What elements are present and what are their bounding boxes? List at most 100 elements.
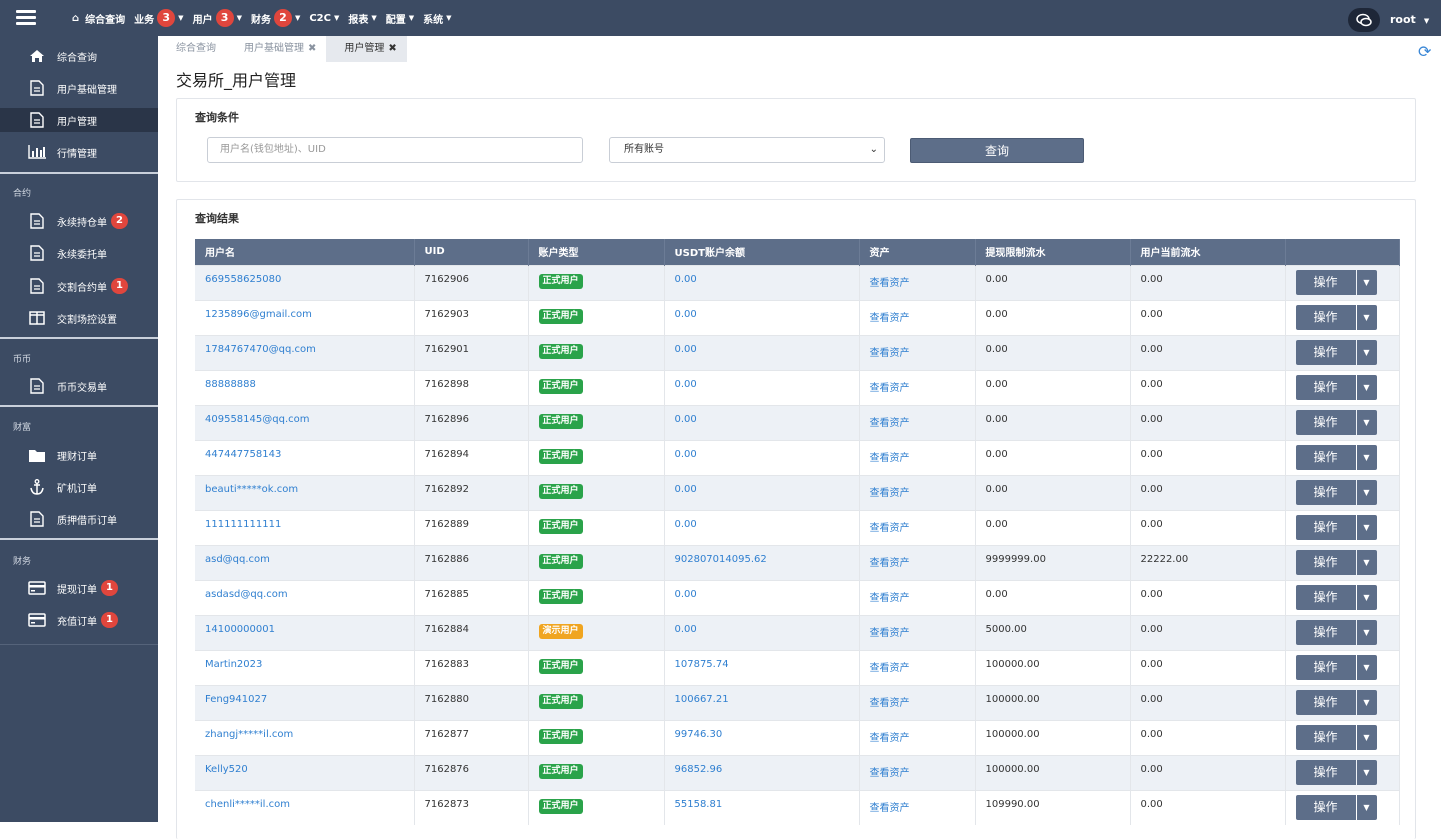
balance-link[interactable]: 55158.81 [675, 799, 723, 810]
balance-link[interactable]: 0.00 [675, 309, 697, 320]
view-asset-link[interactable]: 查看资产 [870, 523, 910, 534]
action-button[interactable]: 操作 [1295, 444, 1356, 470]
username-link[interactable]: chenli*****il.com [205, 799, 290, 810]
balance-link[interactable]: 0.00 [675, 274, 697, 285]
tab-user-manage[interactable]: 用户管理 ✖ [326, 36, 407, 62]
menu-toggle-icon[interactable] [16, 10, 36, 26]
action-dropdown-toggle[interactable]: ▼ [1356, 724, 1377, 750]
sidebar-item-user-basic[interactable]: 用户基础管理 [0, 76, 158, 100]
balance-link[interactable]: 0.00 [675, 344, 697, 355]
query-button[interactable]: 查询 [910, 138, 1084, 163]
action-dropdown-toggle[interactable]: ▼ [1356, 479, 1377, 505]
action-button[interactable]: 操作 [1295, 724, 1356, 750]
sidebar-item-market[interactable]: 行情管理 [0, 140, 158, 164]
view-asset-link[interactable]: 查看资产 [870, 278, 910, 289]
balance-link[interactable]: 99746.30 [675, 729, 723, 740]
action-dropdown-toggle[interactable]: ▼ [1356, 409, 1377, 435]
sidebar-item-pledge-order[interactable]: 质押借币订单 [0, 507, 158, 531]
sidebar-item-delivery-order[interactable]: 交割合约单 1 [0, 274, 158, 298]
view-asset-link[interactable]: 查看资产 [870, 663, 910, 674]
view-asset-link[interactable]: 查看资产 [870, 803, 910, 814]
action-button[interactable]: 操作 [1295, 584, 1356, 610]
topnav-report[interactable]: 报表 ▼ [348, 11, 376, 26]
action-dropdown-toggle[interactable]: ▼ [1356, 794, 1377, 820]
action-dropdown-toggle[interactable]: ▼ [1356, 269, 1377, 295]
sidebar-item-overview[interactable]: 综合查询 [0, 44, 158, 68]
view-asset-link[interactable]: 查看资产 [870, 768, 910, 779]
topnav-user[interactable]: 用户 3 ▼ [193, 9, 242, 27]
action-dropdown-toggle[interactable]: ▼ [1356, 689, 1377, 715]
sidebar-item-wealth-order[interactable]: 理财订单 [0, 443, 158, 467]
sidebar-item-user-manage[interactable]: 用户管理 [0, 108, 158, 132]
action-button[interactable]: 操作 [1295, 689, 1356, 715]
sidebar-item-delivery-control[interactable]: 交割场控设置 [0, 306, 158, 330]
action-button[interactable]: 操作 [1295, 479, 1356, 505]
username-link[interactable]: 669558625080 [205, 274, 281, 285]
tab-user-basic[interactable]: 用户基础管理 ✖ [226, 36, 326, 62]
action-dropdown-toggle[interactable]: ▼ [1356, 654, 1377, 680]
view-asset-link[interactable]: 查看资产 [870, 558, 910, 569]
username-link[interactable]: Feng941027 [205, 694, 267, 705]
view-asset-link[interactable]: 查看资产 [870, 313, 910, 324]
balance-link[interactable]: 0.00 [675, 449, 697, 460]
username-link[interactable]: beauti*****ok.com [205, 484, 298, 495]
view-asset-link[interactable]: 查看资产 [870, 348, 910, 359]
balance-link[interactable]: 0.00 [675, 519, 697, 530]
balance-link[interactable]: 0.00 [675, 484, 697, 495]
balance-link[interactable]: 107875.74 [675, 659, 729, 670]
action-dropdown-toggle[interactable]: ▼ [1356, 619, 1377, 645]
view-asset-link[interactable]: 查看资产 [870, 383, 910, 394]
balance-link[interactable]: 902807014095.62 [675, 554, 767, 565]
username-link[interactable]: zhangj*****il.com [205, 729, 293, 740]
action-button[interactable]: 操作 [1295, 374, 1356, 400]
username-link[interactable]: asd@qq.com [205, 554, 270, 565]
close-icon[interactable]: ✖ [308, 43, 316, 54]
view-asset-link[interactable]: 查看资产 [870, 488, 910, 499]
action-button[interactable]: 操作 [1295, 549, 1356, 575]
username-link[interactable]: Kelly520 [205, 764, 248, 775]
view-asset-link[interactable]: 查看资产 [870, 628, 910, 639]
sidebar-item-perpetual-order[interactable]: 永续委托单 [0, 241, 158, 265]
chat-icon[interactable] [1348, 8, 1380, 32]
action-dropdown-toggle[interactable]: ▼ [1356, 549, 1377, 575]
username-link[interactable]: 447447758143 [205, 449, 281, 460]
action-button[interactable]: 操作 [1295, 304, 1356, 330]
username-link[interactable]: 88888888 [205, 379, 256, 390]
topnav-finance[interactable]: 财务 2 ▼ [251, 9, 300, 27]
action-dropdown-toggle[interactable]: ▼ [1356, 584, 1377, 610]
tab-overview[interactable]: 综合查询 [158, 36, 226, 62]
username-link[interactable]: 409558145@qq.com [205, 414, 310, 425]
search-input[interactable]: 用户名(钱包地址)、UID [207, 137, 583, 163]
balance-link[interactable]: 100667.21 [675, 694, 729, 705]
username-link[interactable]: 1784767470@qq.com [205, 344, 316, 355]
account-type-select[interactable]: 所有账号 ⌄ [609, 137, 885, 163]
action-dropdown-toggle[interactable]: ▼ [1356, 339, 1377, 365]
view-asset-link[interactable]: 查看资产 [870, 453, 910, 464]
username-link[interactable]: Martin2023 [205, 659, 262, 670]
username-link[interactable]: 111111111111 [205, 519, 281, 530]
sidebar-item-withdraw-order[interactable]: 提现订单 1 [0, 576, 158, 600]
refresh-icon[interactable]: ⟳ [1418, 42, 1431, 61]
topnav-config[interactable]: 配置 ▼ [386, 11, 414, 26]
action-button[interactable]: 操作 [1295, 619, 1356, 645]
view-asset-link[interactable]: 查看资产 [870, 733, 910, 744]
topnav-business[interactable]: 业务 3 ▼ [134, 9, 184, 27]
topnav-home[interactable]: ⌂ 综合查询 [72, 11, 125, 26]
sidebar-item-recharge-order[interactable]: 充值订单 1 [0, 608, 158, 632]
username-link[interactable]: 1235896@gmail.com [205, 309, 312, 320]
balance-link[interactable]: 0.00 [675, 379, 697, 390]
sidebar-item-spot-order[interactable]: 币币交易单 [0, 374, 158, 398]
topnav-system[interactable]: 系统 ▼ [423, 11, 451, 26]
username-link[interactable]: asdasd@qq.com [205, 589, 288, 600]
action-button[interactable]: 操作 [1295, 409, 1356, 435]
action-button[interactable]: 操作 [1295, 759, 1356, 785]
action-button[interactable]: 操作 [1295, 654, 1356, 680]
balance-link[interactable]: 0.00 [675, 589, 697, 600]
action-button[interactable]: 操作 [1295, 514, 1356, 540]
user-menu[interactable]: root ▼ [1390, 13, 1429, 26]
topnav-c2c[interactable]: C2C ▼ [309, 13, 339, 24]
balance-link[interactable]: 0.00 [675, 624, 697, 635]
action-dropdown-toggle[interactable]: ▼ [1356, 374, 1377, 400]
sidebar-item-perpetual-position[interactable]: 永续持仓单 2 [0, 209, 158, 233]
balance-link[interactable]: 96852.96 [675, 764, 723, 775]
